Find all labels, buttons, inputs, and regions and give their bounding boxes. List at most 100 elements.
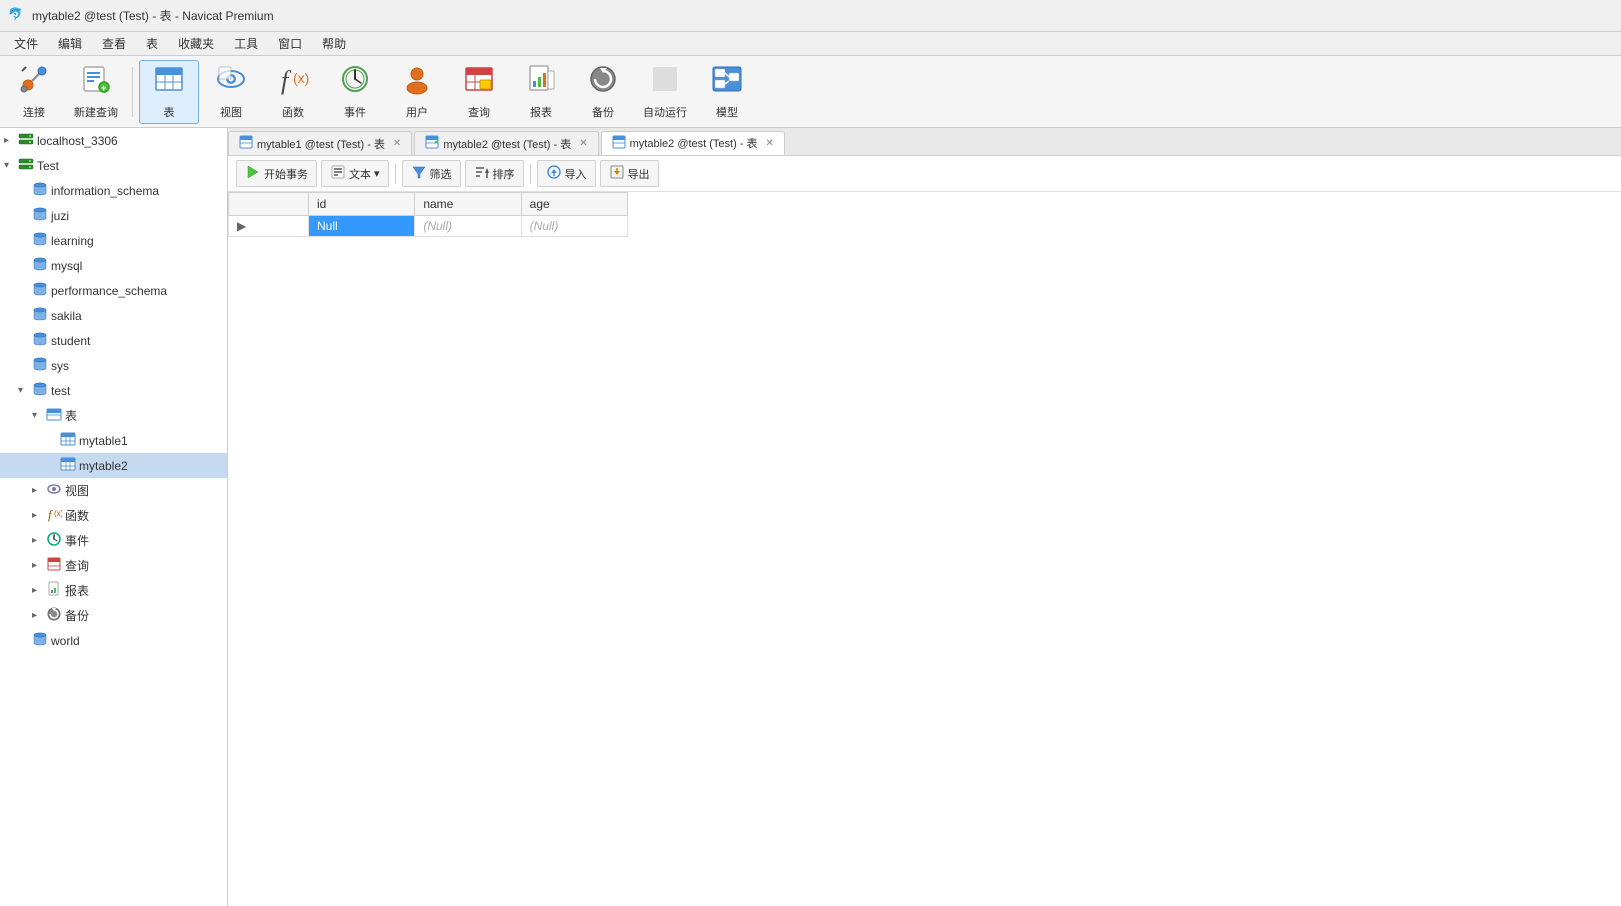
toolbar-btn-connect[interactable]: 连接 — [4, 60, 64, 124]
arrow-icon: ▸ — [32, 560, 46, 571]
arrow-icon: ▸ — [32, 485, 46, 496]
sidebar-item-mytable1[interactable]: mytable1 — [0, 428, 227, 453]
tab-close-tab3[interactable]: ✕ — [766, 138, 774, 149]
toolbar-btn-model[interactable]: 模型 — [697, 60, 757, 124]
sidebar-item-information_schema[interactable]: information_schema — [0, 178, 227, 203]
cell-name[interactable]: (Null) — [415, 216, 521, 237]
cell-age[interactable]: (Null) — [521, 216, 627, 237]
data-table: idnameage▶Null(Null)(Null) — [228, 192, 1621, 906]
begin-transaction-icon — [245, 164, 261, 183]
table-toolbar-btn-begin-transaction[interactable]: 开始事务 — [236, 160, 317, 187]
sidebar-item-sys[interactable]: sys — [0, 353, 227, 378]
toolbar: 连接 +新建查询表视图f(x)函数事件用户查询 报表备份自动运行模型 — [0, 56, 1621, 128]
menu-item-查看[interactable]: 查看 — [92, 33, 136, 54]
svg-text:f: f — [281, 66, 292, 95]
query-label: 查询 — [468, 104, 490, 120]
tab-tab2[interactable]: mytable2 @test (Test) - 表 ✕ — [414, 131, 598, 155]
arrow-icon: ▾ — [32, 410, 46, 421]
item-type-icon — [46, 406, 62, 425]
sidebar-item-sakila[interactable]: sakila — [0, 303, 227, 328]
item-type-icon — [46, 531, 62, 550]
title-bar: 🐬 mytable2 @test (Test) - 表 - Navicat Pr… — [0, 0, 1621, 32]
sidebar-item-test-db[interactable]: ▾ test — [0, 378, 227, 403]
sidebar-item-events-group[interactable]: ▸ 事件 — [0, 528, 227, 553]
toolbar-btn-event[interactable]: 事件 — [325, 60, 385, 124]
text-icon — [330, 164, 346, 183]
table-toolbar-btn-import[interactable]: 导入 — [537, 160, 596, 187]
table-toolbar-btn-text[interactable]: 文本 ▾ — [321, 160, 389, 187]
menu-item-文件[interactable]: 文件 — [4, 33, 48, 54]
col-header-id: id — [309, 193, 415, 216]
sidebar-item-functions-group[interactable]: ▸ f(x) 函数 — [0, 503, 227, 528]
toolbar-btn-new-query[interactable]: +新建查询 — [66, 60, 126, 124]
menu-item-帮助[interactable]: 帮助 — [312, 33, 356, 54]
item-label: mysql — [51, 259, 82, 273]
item-type-icon — [32, 281, 48, 300]
sidebar-item-tables-group[interactable]: ▾ 表 — [0, 403, 227, 428]
table-toolbar-btn-sort[interactable]: 排序 — [465, 160, 524, 187]
menu-item-收藏夹[interactable]: 收藏夹 — [168, 33, 224, 54]
toolbar-btn-table[interactable]: 表 — [139, 60, 199, 124]
item-type-icon — [32, 231, 48, 250]
query-icon — [463, 63, 495, 102]
toolbar-btn-user[interactable]: 用户 — [387, 60, 447, 124]
view-icon — [215, 63, 247, 102]
sidebar-item-learning[interactable]: learning — [0, 228, 227, 253]
item-label: 视图 — [65, 482, 89, 499]
tab-tab3[interactable]: mytable2 @test (Test) - 表 ✕ — [601, 131, 785, 155]
connect-label: 连接 — [23, 104, 45, 120]
tab-close-tab2[interactable]: ✕ — [579, 138, 587, 149]
table-toolbar-btn-export[interactable]: 导出 — [600, 160, 659, 187]
sidebar-item-backups-group[interactable]: ▸ 备份 — [0, 603, 227, 628]
sidebar-item-queries-group[interactable]: ▸ 查询 — [0, 553, 227, 578]
sidebar-item-mysql[interactable]: mysql — [0, 253, 227, 278]
arrow-icon: ▾ — [4, 160, 18, 171]
export-label: 导出 — [628, 166, 650, 182]
import-label: 导入 — [565, 166, 587, 182]
menu-item-编辑[interactable]: 编辑 — [48, 33, 92, 54]
svg-text:(x): (x) — [293, 70, 309, 86]
sidebar-item-test-root[interactable]: ▾ Test — [0, 153, 227, 178]
col-header-name: name — [415, 193, 521, 216]
item-label: 备份 — [65, 607, 89, 624]
item-label: 报表 — [65, 582, 89, 599]
item-type-icon — [32, 381, 48, 400]
item-label: information_schema — [51, 184, 159, 198]
item-type-icon — [18, 156, 34, 175]
item-label: 事件 — [65, 532, 89, 549]
table: idnameage▶Null(Null)(Null) — [228, 192, 628, 237]
sidebar-item-reports-group[interactable]: ▸ 报表 — [0, 578, 227, 603]
sidebar-item-mytable2[interactable]: mytable2 — [0, 453, 227, 478]
sidebar-item-student[interactable]: student — [0, 328, 227, 353]
tab-tab1[interactable]: mytable1 @test (Test) - 表 ✕ — [228, 131, 412, 155]
tab-close-tab1[interactable]: ✕ — [393, 138, 401, 149]
toolbar-btn-report[interactable]: 报表 — [511, 60, 571, 124]
item-type-icon: f(x) — [46, 506, 62, 525]
sort-label: 排序 — [493, 166, 515, 182]
cell-id[interactable]: Null — [309, 216, 415, 237]
toolbar-btn-view[interactable]: 视图 — [201, 60, 261, 124]
item-type-icon — [32, 631, 48, 650]
toolbar-btn-function[interactable]: f(x)函数 — [263, 60, 323, 124]
sidebar-item-world[interactable]: world — [0, 628, 227, 653]
sidebar-item-juzi[interactable]: juzi — [0, 203, 227, 228]
menu-item-窗口[interactable]: 窗口 — [268, 33, 312, 54]
toolbar-btn-query[interactable]: 查询 — [449, 60, 509, 124]
item-label: juzi — [51, 209, 69, 223]
toolbar-separator-1 — [132, 67, 133, 117]
toolbar-btn-auto-run[interactable]: 自动运行 — [635, 60, 695, 124]
title-text: mytable2 @test (Test) - 表 - Navicat Prem… — [32, 7, 274, 24]
svg-text:+: + — [101, 83, 106, 93]
sidebar-item-localhost[interactable]: ▸ localhost_3306 — [0, 128, 227, 153]
toolbar-btn-backup[interactable]: 备份 — [573, 60, 633, 124]
sidebar-item-performance_schema[interactable]: performance_schema — [0, 278, 227, 303]
item-label: Test — [37, 159, 59, 173]
menu-item-工具[interactable]: 工具 — [224, 33, 268, 54]
sidebar-item-views-group[interactable]: ▸ 视图 — [0, 478, 227, 503]
menu-item-表[interactable]: 表 — [136, 33, 168, 54]
table-toolbar-btn-filter[interactable]: 筛选 — [402, 160, 461, 187]
row-indicator: ▶ — [229, 216, 309, 237]
auto-run-label: 自动运行 — [643, 104, 687, 120]
tab-label-tab1: mytable1 @test (Test) - 表 — [257, 136, 385, 152]
table-row[interactable]: ▶Null(Null)(Null) — [229, 216, 628, 237]
